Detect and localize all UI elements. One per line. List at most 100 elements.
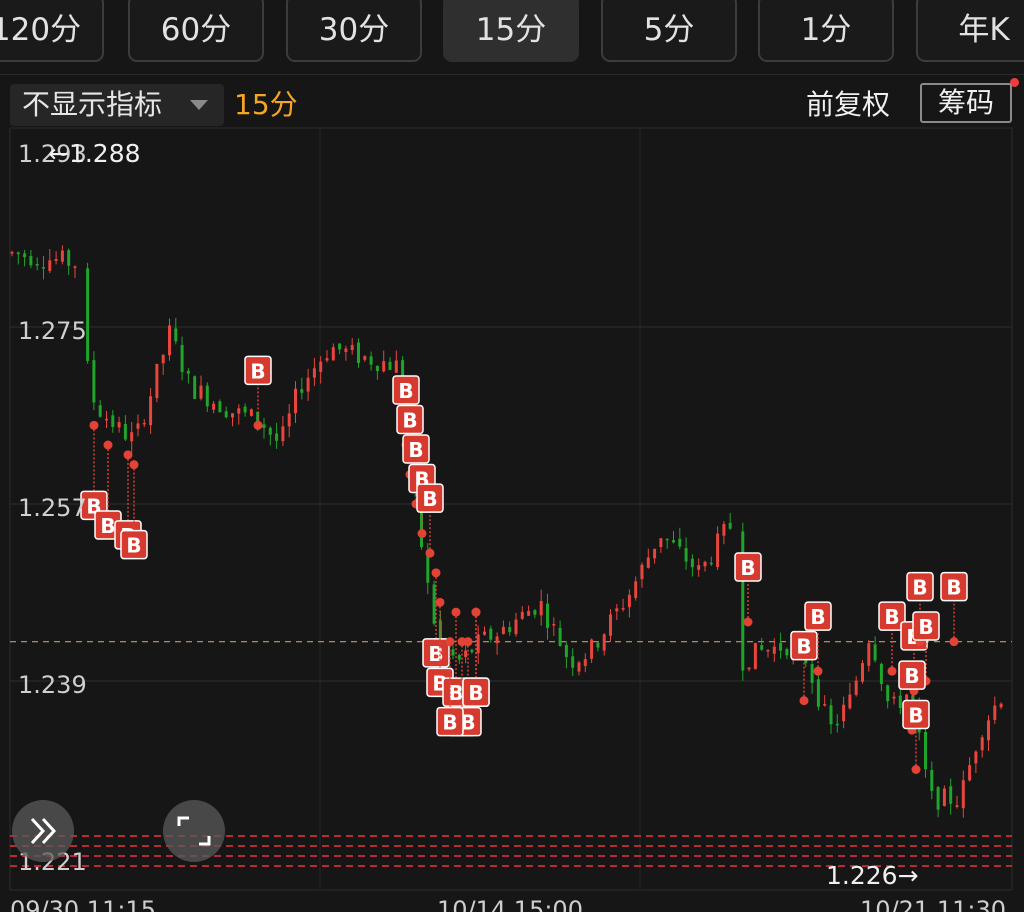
candle-body <box>835 723 839 726</box>
candle-body <box>602 634 606 651</box>
candle-body <box>224 411 228 418</box>
candle-body <box>306 377 310 392</box>
buy-marker-dot <box>911 765 921 774</box>
candle-body <box>564 644 568 658</box>
tab-year-k[interactable]: 年K <box>916 0 1024 62</box>
chips-button[interactable]: 筹码 <box>920 83 1012 123</box>
candle-body <box>48 260 52 271</box>
buy-marker-text: B <box>468 681 483 705</box>
candle-body <box>936 787 940 810</box>
candle-body <box>665 538 669 541</box>
candle-body <box>640 564 644 580</box>
candle-body <box>212 403 216 410</box>
buy-marker-text: B <box>100 514 115 538</box>
candle-body <box>394 360 398 373</box>
buy-marker-dot <box>471 607 481 617</box>
candle-body <box>199 385 203 399</box>
adjust-mode-toggle[interactable]: 前复权 <box>806 84 890 126</box>
buy-marker-text: B <box>912 576 927 600</box>
buy-marker-text: B <box>946 576 961 600</box>
buy-marker-text: B <box>442 711 457 735</box>
candle-body <box>508 627 512 633</box>
candle-body <box>105 418 108 421</box>
candle-body <box>539 601 543 616</box>
candle-body <box>709 562 713 565</box>
buy-marker-text: B <box>810 605 825 629</box>
candle-body <box>867 643 871 666</box>
candle-body <box>659 538 663 548</box>
candle-body <box>974 751 978 764</box>
tab-60min[interactable]: 60分 <box>128 0 264 62</box>
buy-marker-dot <box>949 637 959 647</box>
buy-marker-dot <box>431 568 441 578</box>
candle-body <box>942 788 946 806</box>
candle-body <box>300 389 304 393</box>
candle-body <box>130 432 134 442</box>
candle-body <box>29 255 33 266</box>
candle-body <box>961 780 965 809</box>
buy-marker-dot <box>887 666 897 676</box>
candle-body <box>174 328 178 342</box>
buy-marker-text: B <box>250 359 265 383</box>
candle-body <box>571 656 575 668</box>
candle-body <box>609 614 612 636</box>
tab-15min[interactable]: 15分 <box>443 0 579 62</box>
kline-chart[interactable]: BBBBBBBBBBBBBBBBBBBBBBBBBBBB 1.2931.2751… <box>0 0 1024 912</box>
candle-body <box>23 253 27 258</box>
candle-body <box>338 343 342 350</box>
candle-body <box>873 644 877 661</box>
fullscreen-button[interactable] <box>163 800 225 862</box>
candle-body <box>980 737 984 751</box>
candle-body <box>168 325 171 356</box>
candle-body <box>10 251 14 254</box>
candle-body <box>111 415 115 427</box>
tab-120min[interactable]: 120分 <box>0 0 104 62</box>
candle-body <box>558 627 562 646</box>
buy-markers: BBBBBBBBBBBBBBBBBBBBBBBBBBBB <box>80 355 968 774</box>
tab-1min[interactable]: 1分 <box>758 0 894 62</box>
candle-body <box>583 659 587 666</box>
buy-marker-dot <box>813 666 823 676</box>
tab-5min[interactable]: 5分 <box>601 0 737 62</box>
candle-body <box>73 266 77 268</box>
candle-body <box>577 662 581 672</box>
candle-body <box>243 406 247 413</box>
candle-body <box>67 250 71 266</box>
candle-body <box>596 642 600 648</box>
candle-body <box>999 703 1003 708</box>
candle-body <box>86 268 90 361</box>
tab-30min[interactable]: 30分 <box>286 0 422 62</box>
candle-body <box>627 594 631 608</box>
candle-body <box>388 361 392 370</box>
buy-marker-text: B <box>918 615 933 639</box>
buy-marker-dot <box>425 548 435 558</box>
candle-body <box>678 538 682 547</box>
candle-body <box>161 354 165 364</box>
candle-body <box>785 649 789 656</box>
candle-body <box>312 368 316 378</box>
buy-marker-text: B <box>428 642 443 666</box>
candle-body <box>319 361 323 372</box>
candle-body <box>772 646 776 654</box>
candle-body <box>842 704 846 722</box>
double-chevron-right-icon <box>30 817 57 845</box>
candle-body <box>382 361 386 372</box>
candle-body <box>728 522 732 529</box>
buy-marker-dot <box>799 696 809 706</box>
candle-body <box>968 765 972 781</box>
high-price-label: ←1.288 <box>48 139 141 168</box>
candle-body <box>249 409 253 416</box>
candle-body <box>205 385 209 407</box>
y-tick-label: 1.239 <box>18 671 87 699</box>
expand-button[interactable] <box>12 800 74 862</box>
candle-body <box>949 786 953 804</box>
indicator-select[interactable]: 不显示指标 <box>10 84 224 126</box>
buy-marker-text: B <box>796 635 811 659</box>
buy-marker-dot <box>451 607 461 617</box>
caret-down-icon <box>190 100 208 110</box>
candle-body <box>375 365 379 371</box>
candle-body <box>16 252 20 255</box>
buy-marker-text: B <box>740 556 755 580</box>
candle-body <box>357 342 360 363</box>
candle-body <box>829 705 833 725</box>
